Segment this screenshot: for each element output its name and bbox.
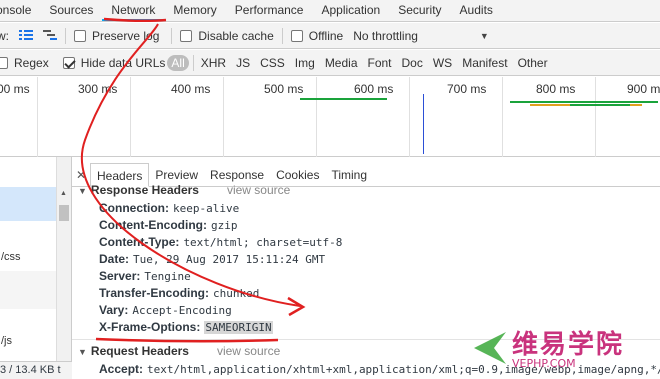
filter-other[interactable]: Other	[513, 56, 553, 70]
logo-arrow-icon	[474, 332, 506, 364]
tab-console[interactable]: onsole	[0, 0, 40, 21]
tick-label: 400 ms	[171, 82, 211, 96]
filter-all[interactable]: All	[167, 54, 189, 71]
offline-checkbox[interactable]	[290, 29, 303, 42]
offline-label: Offline	[308, 28, 344, 43]
timeline-overview[interactable]: 00 ms 300 ms 400 ms 500 ms 600 ms 700 ms…	[0, 77, 660, 157]
tick-label: 900 m	[627, 82, 660, 96]
grid-line	[130, 77, 131, 157]
response-headers-section[interactable]: ▼ Response Headers view source	[78, 183, 290, 197]
request-headers-section[interactable]: ▼ Request Headers view source	[78, 344, 280, 358]
tab-application[interactable]: Application	[312, 0, 389, 21]
filter-doc[interactable]: Doc	[397, 56, 428, 70]
regex-label: Regex	[14, 55, 49, 70]
filter-media[interactable]: Media	[320, 56, 363, 70]
scroll-up-icon[interactable]: ▲	[60, 190, 67, 197]
request-row-selected[interactable]	[0, 187, 56, 221]
devtools-tab-bar: onsole Sources Network Memory Performanc…	[0, 0, 660, 22]
header-row: Content-Encoding: gzip	[99, 218, 238, 232]
tab-security[interactable]: Security	[389, 0, 450, 21]
view-source-link[interactable]: view source	[227, 183, 290, 197]
separator	[192, 54, 194, 71]
header-row: Content-Type: text/html; charset=utf-8	[99, 235, 343, 249]
grid-line	[37, 77, 38, 157]
header-row: Transfer-Encoding: chunked	[99, 286, 260, 300]
hide-data-urls-label: Hide data URLs	[80, 55, 166, 70]
preserve-log-checkbox[interactable]	[74, 29, 86, 42]
view-label: w:	[0, 28, 9, 43]
grid-line	[409, 77, 410, 157]
tick-label: 00 ms	[0, 82, 30, 96]
filter-bar: Regex Hide data URLs All XHR JS CSS Img …	[0, 50, 660, 76]
filter-css[interactable]: CSS	[255, 56, 290, 70]
large-rows-icon[interactable]	[19, 30, 33, 41]
network-toolbar: w: Preserve log Disable cache Offline No…	[0, 23, 660, 49]
header-row: Vary: Accept-Encoding	[99, 303, 232, 317]
request-bar	[510, 101, 658, 103]
filter-font[interactable]: Font	[363, 56, 397, 70]
tick-label: 600 ms	[354, 82, 394, 96]
throttling-select[interactable]: No throttling	[353, 29, 418, 43]
watermark-text: 维易学院	[512, 330, 625, 360]
request-bar	[300, 98, 387, 100]
grid-line	[316, 77, 317, 157]
grid-line	[595, 77, 596, 157]
tick-label: 500 ms	[264, 82, 304, 96]
watermark: 维易学院 VEPHP.COM	[470, 322, 660, 379]
request-list: /css /js ▲ 3 / 13.4 KB t	[0, 157, 72, 379]
tick-label: 300 ms	[78, 82, 118, 96]
load-event-marker	[423, 94, 424, 154]
chevron-down-icon[interactable]: ▼	[480, 31, 489, 41]
filter-xhr[interactable]: XHR	[196, 56, 231, 70]
separator	[65, 27, 66, 44]
request-row[interactable]: /js	[1, 335, 57, 347]
status-bar: 3 / 13.4 KB t	[0, 361, 72, 379]
tab-sources[interactable]: Sources	[40, 0, 102, 21]
triangle-down-icon: ▼	[78, 186, 87, 196]
preserve-log-label: Preserve log	[92, 28, 160, 43]
header-row: Server: Tengine	[99, 269, 191, 283]
tab-memory[interactable]: Memory	[164, 0, 225, 21]
tab-audits[interactable]: Audits	[451, 0, 502, 21]
request-bar	[570, 104, 630, 106]
tick-label: 700 ms	[447, 82, 487, 96]
hide-data-urls-checkbox[interactable]	[62, 56, 75, 69]
disable-cache-checkbox[interactable]	[180, 29, 193, 42]
filter-manifest[interactable]: Manifest	[457, 56, 512, 70]
regex-checkbox[interactable]	[0, 56, 8, 69]
tab-timing[interactable]: Timing	[325, 163, 373, 187]
filter-ws[interactable]: WS	[428, 56, 457, 70]
separator	[281, 27, 283, 44]
filter-img[interactable]: Img	[290, 56, 320, 70]
watermark-url: VEPHP.COM	[512, 357, 576, 370]
tab-network[interactable]: Network	[102, 0, 165, 21]
scrollbar-thumb[interactable]	[59, 205, 69, 221]
tab-performance[interactable]: Performance	[226, 0, 313, 21]
grid-line	[502, 77, 503, 157]
header-row: Connection: keep-alive	[99, 201, 240, 215]
filter-js[interactable]: JS	[231, 56, 255, 70]
section-title: Response Headers	[90, 183, 199, 197]
triangle-down-icon: ▼	[78, 347, 87, 357]
header-row-x-frame-options: X-Frame-Options: SAMEORIGIN	[99, 320, 273, 334]
view-source-link[interactable]: view source	[217, 344, 280, 358]
close-icon[interactable]: ✕	[72, 168, 90, 182]
section-title: Request Headers	[90, 344, 189, 358]
disable-cache-label: Disable cache	[198, 28, 274, 43]
separator	[171, 27, 173, 44]
grid-line	[223, 77, 224, 157]
tick-label: 800 ms	[536, 82, 576, 96]
scrollbar[interactable]: ▲	[56, 157, 71, 379]
header-row: Date: Tue, 29 Aug 2017 15:11:24 GMT	[99, 252, 326, 266]
overview-icon[interactable]	[43, 30, 57, 41]
request-row[interactable]: /css	[1, 251, 57, 263]
row-stripe	[0, 271, 56, 309]
